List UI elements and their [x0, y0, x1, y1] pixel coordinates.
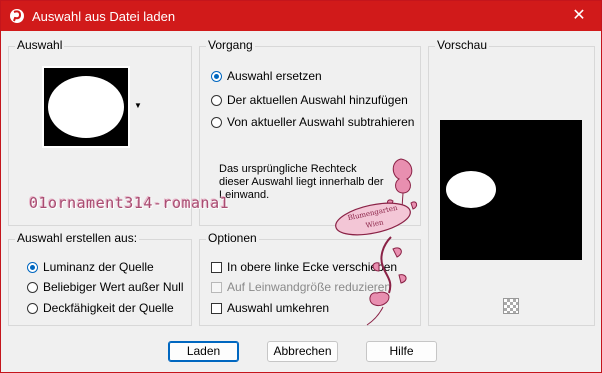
checkbox-label: Auswahl umkehren	[227, 301, 330, 315]
checkbox[interactable]	[211, 302, 222, 314]
auswahl-group-title: Auswahl	[15, 38, 65, 52]
close-button[interactable]: ✕	[557, 1, 601, 31]
checkbox[interactable]	[211, 261, 222, 273]
transparency-checker-icon[interactable]	[503, 298, 519, 314]
radio-button[interactable]	[211, 94, 222, 106]
app-icon	[10, 9, 24, 23]
selection-thumbnail[interactable]	[42, 66, 130, 148]
radio-luminance[interactable]: Luminanz der Quelle	[27, 260, 154, 274]
radio-label: Beliebiger Wert außer Null	[43, 280, 184, 294]
checkbox	[211, 281, 222, 293]
preview-ellipse	[446, 171, 496, 208]
radio-button[interactable]	[211, 70, 222, 82]
preview-canvas	[440, 120, 582, 260]
vorgang-group-title: Vorgang	[206, 38, 255, 52]
load-button[interactable]: Laden	[168, 341, 239, 362]
erstellen-group-title: Auswahl erstellen aus:	[15, 231, 140, 245]
radio-label: Auswahl ersetzen	[227, 69, 322, 83]
radio-add[interactable]: Der aktuellen Auswahl hinzufügen	[211, 93, 408, 107]
radio-nonzero[interactable]: Beliebiger Wert außer Null	[27, 280, 184, 294]
vorschau-group-title: Vorschau	[435, 38, 490, 52]
help-button[interactable]: Hilfe	[366, 341, 437, 362]
radio-label: Von aktueller Auswahl subtrahieren	[227, 115, 415, 129]
check-invert[interactable]: Auswahl umkehren	[211, 301, 329, 315]
dialog-window: Auswahl aus Datei laden ✕ Auswahl ▼ Vorg…	[0, 0, 602, 373]
window-title: Auswahl aus Datei laden	[32, 9, 176, 24]
radio-button[interactable]	[211, 116, 222, 128]
radio-button[interactable]	[27, 261, 38, 273]
radio-button[interactable]	[27, 281, 38, 293]
thumbnail-ellipse	[48, 76, 124, 138]
flower-stamp-logo: Blumengarten Wien	[335, 158, 418, 326]
radio-button[interactable]	[27, 302, 38, 314]
optionen-group-title: Optionen	[206, 231, 259, 245]
thumbnail-dropdown-icon[interactable]: ▼	[134, 101, 142, 110]
radio-opacity[interactable]: Deckfähigkeit der Quelle	[27, 301, 174, 315]
radio-label: Luminanz der Quelle	[43, 260, 154, 274]
radio-replace[interactable]: Auswahl ersetzen	[211, 69, 322, 83]
cancel-button[interactable]: Abbrechen	[267, 341, 338, 362]
radio-label: Deckfähigkeit der Quelle	[43, 301, 174, 315]
watermark-text: 01ornament314-romana1	[29, 194, 230, 212]
radio-subtract[interactable]: Von aktueller Auswahl subtrahieren	[211, 115, 414, 129]
title-bar[interactable]: Auswahl aus Datei laden ✕	[1, 1, 601, 31]
radio-label: Der aktuellen Auswahl hinzufügen	[227, 93, 408, 107]
